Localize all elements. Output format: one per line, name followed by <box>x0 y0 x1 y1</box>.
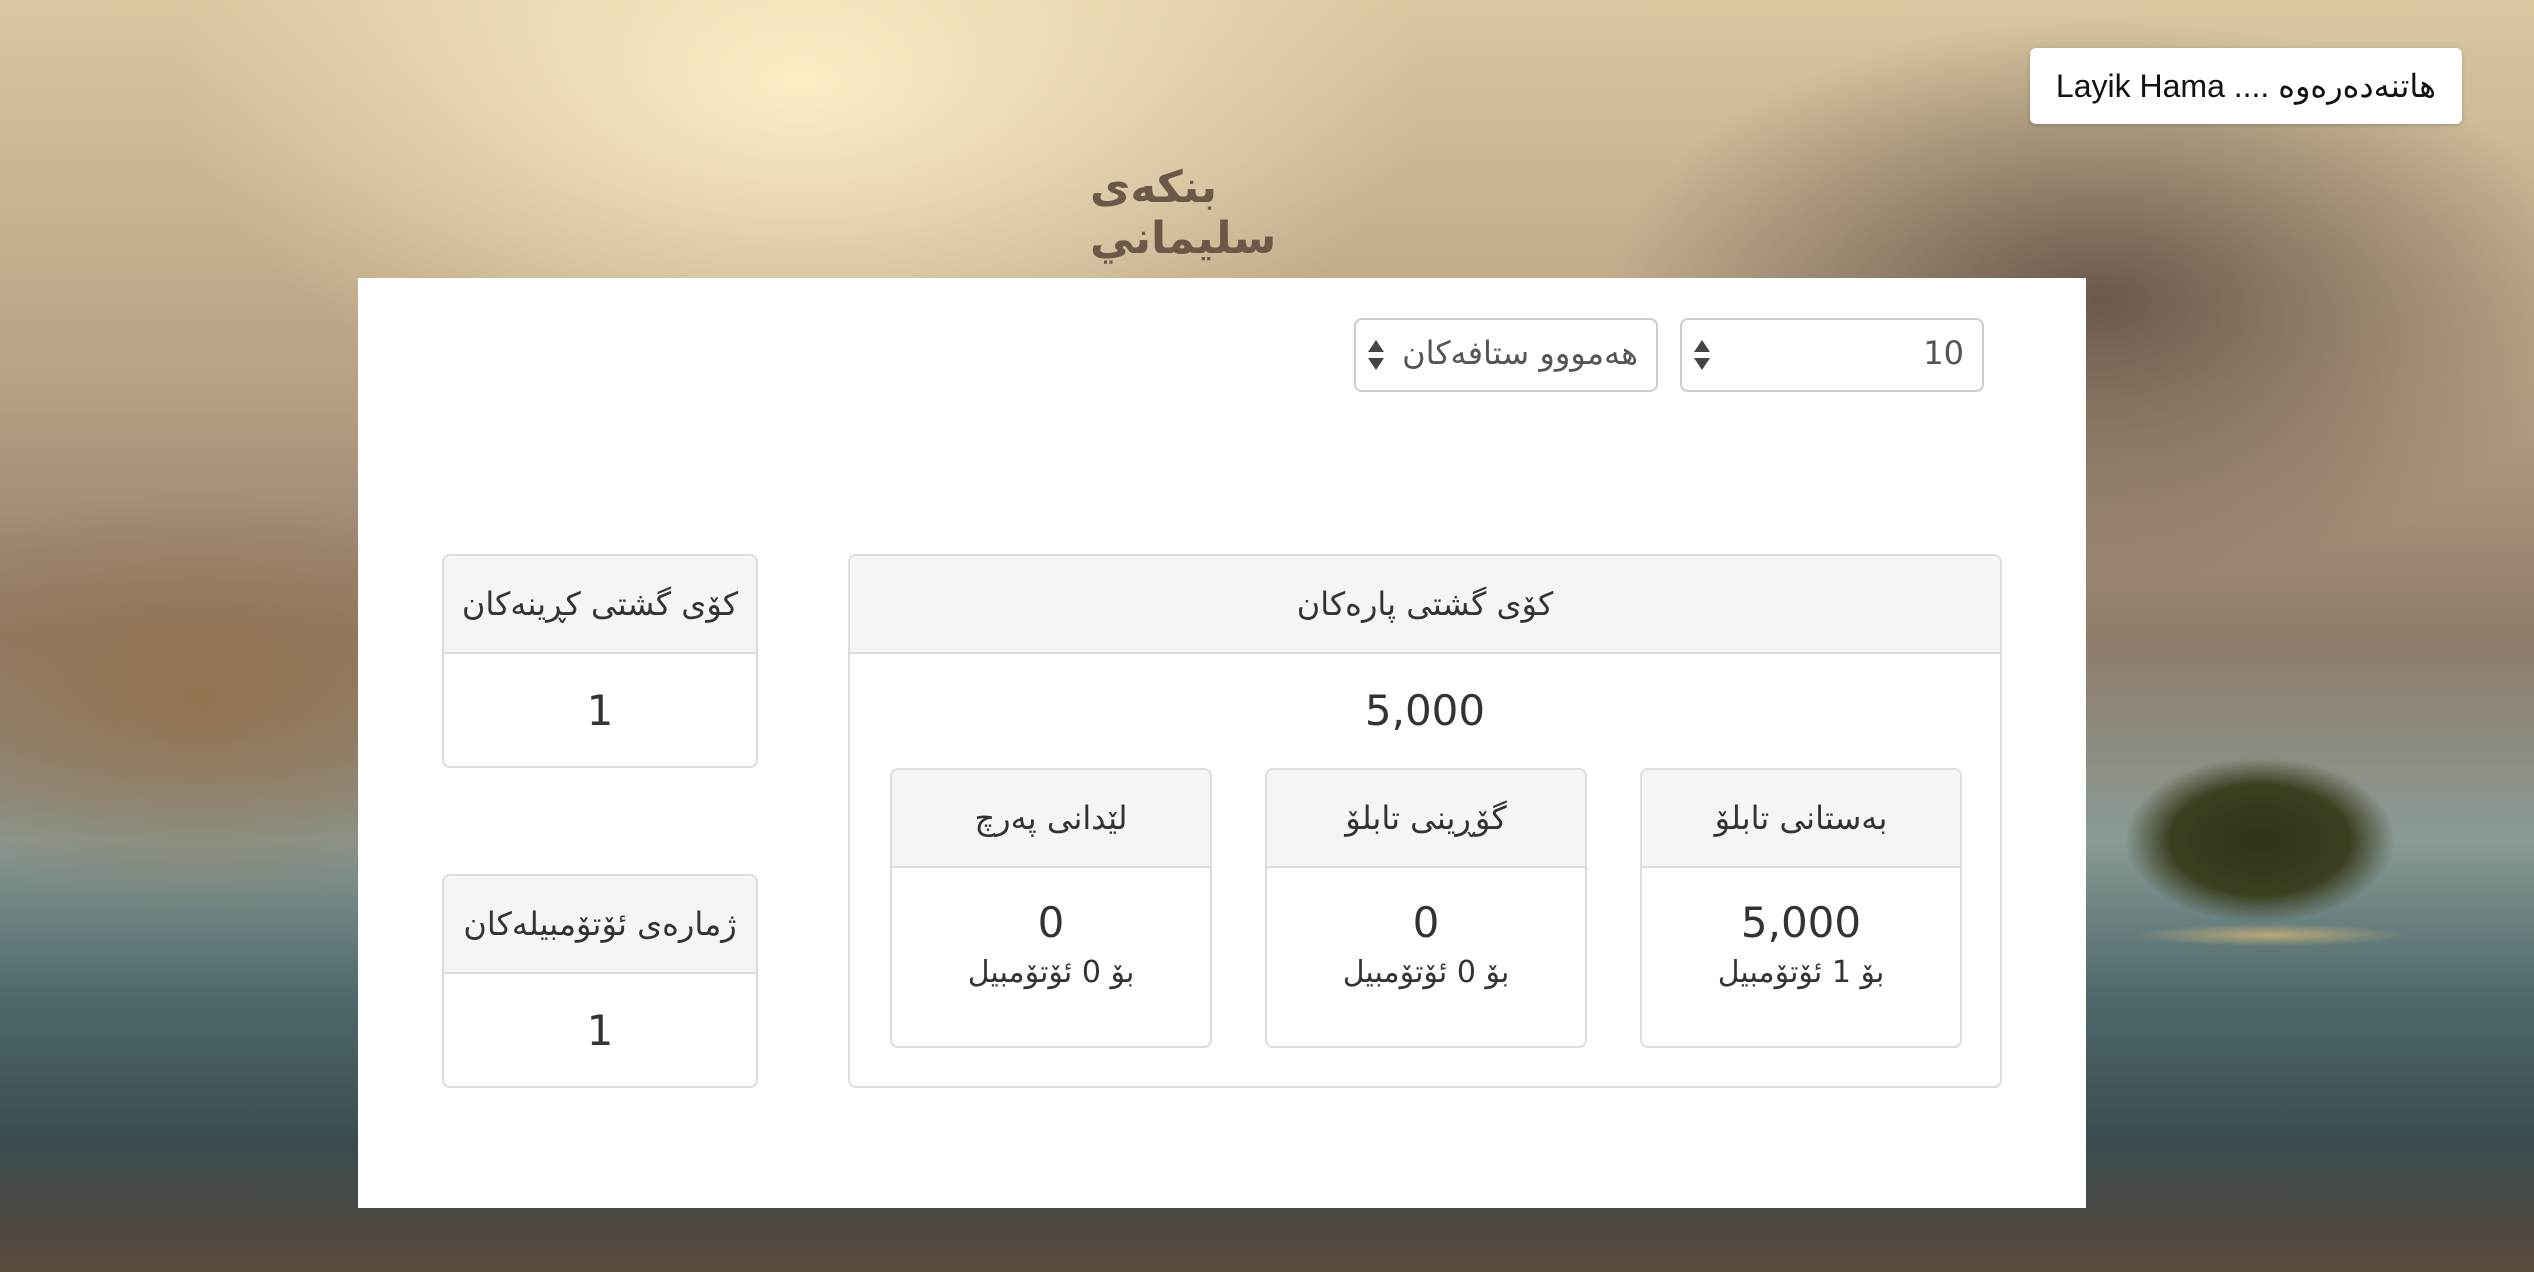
breakdown-value: 0 <box>1037 898 1065 947</box>
staff-filter-select[interactable]: هەمووو ستافەکان <box>1354 318 1658 392</box>
breakdown-car-count: بۆ 1 ئۆتۆمبیل <box>1717 955 1885 990</box>
breakdown-car-count: بۆ 0 ئۆتۆمبیل <box>967 955 1135 990</box>
total-money-value: 5,000 <box>1364 686 1486 735</box>
page-size-value: 10 <box>1923 334 1964 372</box>
breakdown-card: گۆڕینی تابلۆ 0 بۆ 0 ئۆتۆمبیل <box>1265 768 1587 1048</box>
select-arrows-icon <box>1692 338 1712 374</box>
breakdown-car-count: بۆ 0 ئۆتۆمبیل <box>1342 955 1510 990</box>
select-arrows-icon <box>1366 338 1386 374</box>
staff-filter-value: هەمووو ستافەکان <box>1402 334 1638 372</box>
breakdown-title: گۆڕینی تابلۆ <box>1267 770 1585 868</box>
car-count-title: ژمارەی ئۆتۆمبیلەکان <box>444 876 756 974</box>
breakdown-title: لێدانی پەرچ <box>892 770 1210 868</box>
total-money-card: کۆی گشتی پارەکان 5,000 بەستانی تابلۆ 5,0… <box>848 554 2002 1088</box>
page-title: بنکەی سليماني <box>1090 162 1277 264</box>
page-size-select[interactable]: 10 <box>1680 318 1984 392</box>
car-count-card: ژمارەی ئۆتۆمبیلەکان 1 <box>442 874 758 1088</box>
total-money-title: کۆی گشتی پارەکان <box>850 556 2000 654</box>
total-purchases-value: 1 <box>586 686 614 735</box>
logout-button[interactable]: هاتنەدەرەوە .... Layik Hama <box>2029 48 2462 124</box>
background-beach <box>2100 920 2440 950</box>
breakdown-value: 0 <box>1412 898 1440 947</box>
car-count-value: 1 <box>586 1006 614 1055</box>
breakdown-value: 5,000 <box>1740 898 1862 947</box>
dashboard-panel: 10 هەمووو ستافەکان کۆی گشتی پارەکان 5,00… <box>358 278 2086 1208</box>
breakdown-card: لێدانی پەرچ 0 بۆ 0 ئۆتۆمبیل <box>890 768 1212 1048</box>
breakdown-card: بەستانی تابلۆ 5,000 بۆ 1 ئۆتۆمبیل <box>1640 768 1962 1048</box>
total-purchases-title: کۆی گشتی کڕینەکان <box>444 556 756 654</box>
breakdown-title: بەستانی تابلۆ <box>1642 770 1960 868</box>
total-purchases-card: کۆی گشتی کڕینەکان 1 <box>442 554 758 768</box>
